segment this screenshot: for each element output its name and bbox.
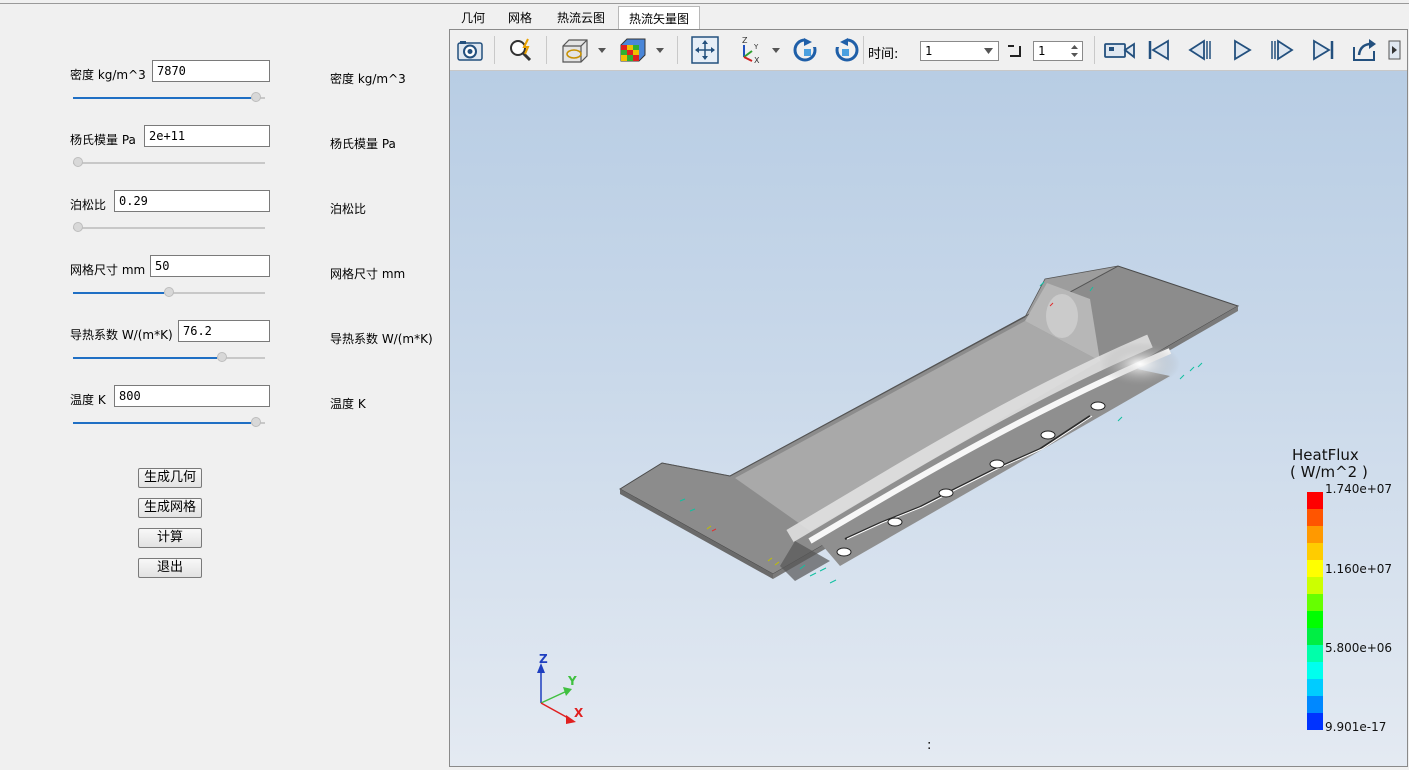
- color-legend-swatch: [1307, 679, 1323, 696]
- status-text: :: [927, 738, 932, 753]
- viewer-toolbar: ZYX 时间: 1 1: [450, 30, 1407, 71]
- rotate-cw-icon[interactable]: [790, 35, 820, 65]
- slider-thumb[interactable]: [164, 287, 174, 297]
- svg-text:Z: Z: [742, 36, 748, 45]
- exit-button[interactable]: 退出: [138, 558, 202, 578]
- param-slider[interactable]: [73, 92, 265, 104]
- param-input[interactable]: 76.2: [178, 320, 270, 342]
- export-icon[interactable]: [1350, 35, 1380, 65]
- legend-min: 9.901e-17: [1325, 720, 1387, 734]
- step-spinbox[interactable]: 1: [1033, 41, 1083, 61]
- viewer-panel: ZYX 时间: 1 1 Z Y X HeatFlux (W/m^2) 1.7…: [449, 29, 1408, 767]
- slider-thumb[interactable]: [251, 92, 262, 102]
- legend-max: 1.740e+07: [1325, 482, 1393, 496]
- param-label: 网格尺寸 mm: [70, 263, 146, 277]
- param-input[interactable]: 800: [114, 385, 270, 407]
- axes-icon[interactable]: ZYX: [734, 35, 782, 65]
- tab-heatflux-vector[interactable]: 热流矢量图: [618, 6, 700, 30]
- param-label: 泊松比: [70, 198, 107, 212]
- color-legend-swatch: [1307, 492, 1323, 509]
- param-input[interactable]: 0.29: [114, 190, 270, 212]
- color-legend-swatch: [1307, 577, 1323, 594]
- param-input[interactable]: 7870: [152, 60, 270, 82]
- slider-thumb[interactable]: [73, 157, 83, 167]
- axis-x-label: X: [574, 706, 584, 720]
- slider-thumb[interactable]: [216, 352, 227, 362]
- color-legend-swatch: [1307, 611, 1323, 628]
- generate-geometry-button[interactable]: 生成几何: [138, 468, 202, 488]
- param-value-label: 网格尺寸 mm: [330, 267, 406, 281]
- tab-geometry[interactable]: 几何: [450, 6, 496, 30]
- slider-thumb[interactable]: [73, 222, 83, 232]
- param-slider[interactable]: [73, 157, 265, 169]
- time-value: 1: [925, 44, 933, 58]
- color-legend-swatch: [1307, 628, 1323, 645]
- color-legend-swatch: [1307, 696, 1323, 713]
- part-model: [619, 265, 1240, 584]
- heatflux-vector-plot: Z Y X: [537, 265, 1240, 724]
- param-value-label: 导热系数 W/(m*K): [330, 332, 433, 346]
- render-viewport[interactable]: Z Y X HeatFlux ( W/m^2 ) 1.740e+07 1.160…: [450, 71, 1407, 766]
- prev-frame-icon[interactable]: [1185, 35, 1215, 65]
- rotate-ccw-icon[interactable]: [832, 35, 862, 65]
- colormap-cube-icon[interactable]: [618, 35, 666, 65]
- toolbar-overflow-icon[interactable]: [1386, 35, 1404, 65]
- param-input[interactable]: 50: [150, 255, 270, 277]
- last-frame-icon[interactable]: [1308, 35, 1338, 65]
- first-frame-icon[interactable]: [1144, 35, 1174, 65]
- tab-heatflux-contour[interactable]: 热流云图: [544, 6, 618, 30]
- legend-title: HeatFlux: [1292, 446, 1359, 464]
- color-legend-bar: [1307, 492, 1323, 730]
- step-value: 1: [1038, 44, 1046, 58]
- time-label: 时间:: [868, 47, 899, 62]
- param-label: 杨氏模量 Pa: [70, 133, 136, 147]
- camera-icon[interactable]: [455, 35, 485, 65]
- svg-text:X: X: [754, 56, 760, 65]
- record-video-icon[interactable]: [1102, 35, 1138, 65]
- param-value-label: 泊松比: [330, 202, 367, 216]
- param-slider[interactable]: [73, 287, 265, 299]
- chevron-down-icon: [984, 48, 993, 54]
- time-select[interactable]: 1: [920, 41, 999, 61]
- axis-y-label: Y: [567, 674, 577, 688]
- legend-value-2: 1.160e+07: [1325, 562, 1393, 576]
- view-box-icon[interactable]: [560, 35, 608, 65]
- spin-arrows-icon[interactable]: [1071, 44, 1078, 58]
- param-slider[interactable]: [73, 352, 265, 364]
- param-value-label: 温度 K: [330, 397, 366, 411]
- param-label: 导热系数 W/(m*K): [70, 328, 173, 342]
- axis-z-label: Z: [539, 652, 548, 666]
- axes-triad: Z Y X: [537, 652, 584, 724]
- tab-mesh[interactable]: 网格: [496, 6, 544, 30]
- step-icon: [1008, 45, 1021, 57]
- svg-text:Y: Y: [753, 43, 759, 51]
- slider-thumb[interactable]: [251, 417, 262, 427]
- compute-button[interactable]: 计算: [138, 528, 202, 548]
- color-legend-swatch: [1307, 560, 1323, 577]
- legend-unit: ( W/m^2 ): [1290, 463, 1368, 481]
- param-input[interactable]: 2e+11: [144, 125, 270, 147]
- legend-value-3: 5.800e+06: [1325, 641, 1393, 655]
- param-label: 温度 K: [70, 393, 106, 407]
- color-legend-swatch: [1307, 543, 1323, 560]
- color-legend-swatch: [1307, 594, 1323, 611]
- color-legend-swatch: [1307, 645, 1323, 662]
- color-legend-swatch: [1307, 713, 1323, 730]
- next-frame-icon[interactable]: [1267, 35, 1297, 65]
- param-value-label: 密度 kg/m^3: [330, 72, 406, 86]
- param-slider[interactable]: [73, 222, 265, 234]
- param-label: 密度 kg/m^3: [70, 68, 146, 82]
- play-icon[interactable]: [1227, 35, 1257, 65]
- color-legend-swatch: [1307, 662, 1323, 679]
- param-value-label: 杨氏模量 Pa: [330, 137, 396, 151]
- param-slider[interactable]: [73, 417, 265, 429]
- fit-view-icon[interactable]: [690, 35, 720, 65]
- color-legend-swatch: [1307, 526, 1323, 543]
- generate-mesh-button[interactable]: 生成网格: [138, 498, 202, 518]
- zoom-icon[interactable]: [507, 35, 537, 65]
- color-legend-swatch: [1307, 509, 1323, 526]
- window-top-border: [0, 3, 1409, 4]
